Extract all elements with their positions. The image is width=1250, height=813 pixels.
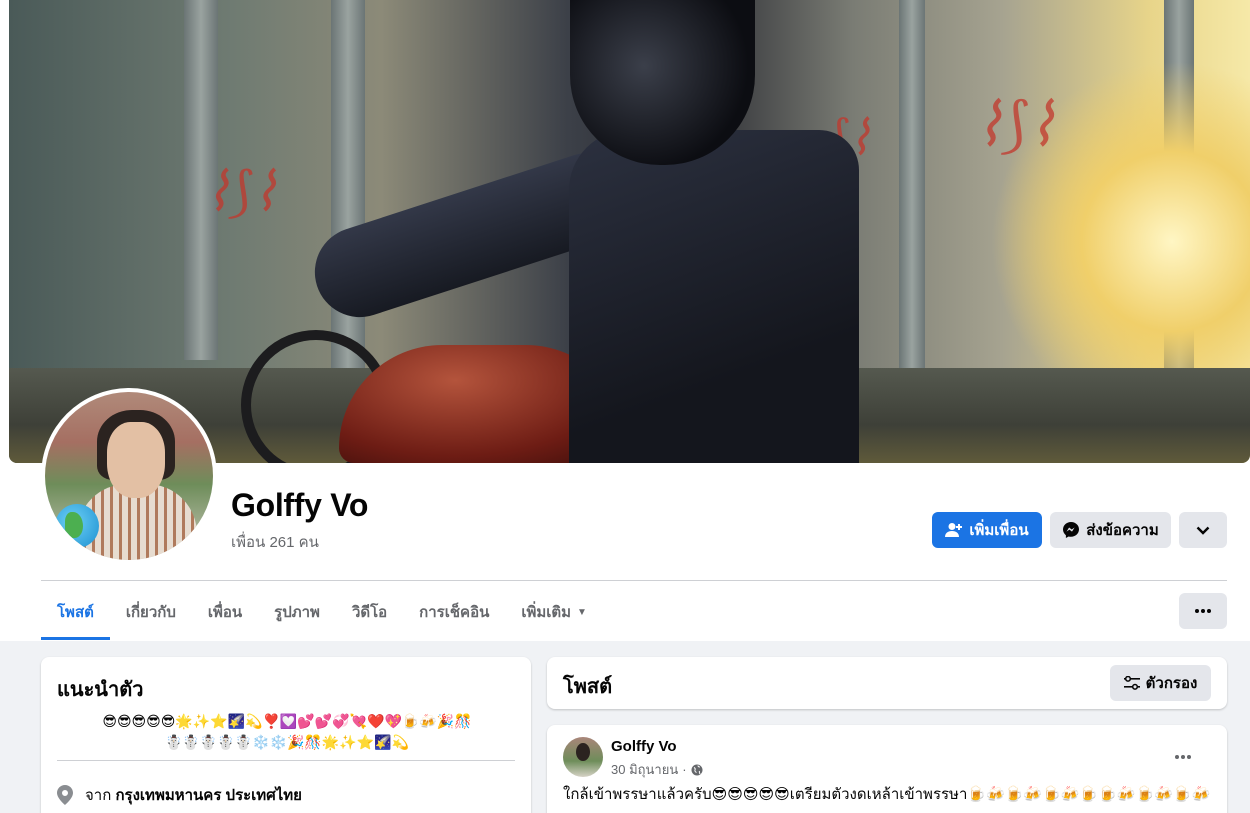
tab-photos[interactable]: รูปภาพ [258,584,336,640]
cover-graffiti: ⌇⟆⌇ [204,160,278,223]
message-label: ส่งข้อความ [1086,522,1159,539]
post-text: ใกล้เข้าพรรษาแล้วครับ😎😎😎😎😎เตรียมตัวงดเหล… [563,786,1213,803]
intro-bio: 😎😎😎😎😎🌟✨⭐🌠💫❣️💟💕💕💞💘❤️💖🍺🍻🎉🎊 ☃️☃️☃️☃️☃️❄️❄️🎉… [57,711,517,753]
intro-title: แนะนำตัว [57,679,144,701]
cover-pillar [899,0,925,400]
cover-graffiti: ⌇⟆⌇ [974,90,1057,160]
intro-location: จาก กรุงเทพมหานคร ประเทศไทย [57,783,302,807]
tab-checkins[interactable]: การเช็คอิน [403,584,505,640]
cover-photo[interactable]: ⌇⟆⌇ ⟆⌇ ⌇⟆⌇ [9,0,1250,463]
ellipsis-icon [1195,609,1211,613]
tab-about[interactable]: เกี่ยวกับ [110,584,192,640]
add-friend-label: เพิ่มเพื่อน [969,522,1029,539]
avatar-face [107,422,165,498]
posts-title: โพสต์ [563,676,613,698]
tab-more[interactable]: เพิ่มเติม ▼ [505,584,603,640]
intro-divider [57,760,515,761]
profile-tabs: โพสต์ เกี่ยวกับ เพื่อน รูปภาพ วิดีโอ การ… [41,584,603,640]
post-options-button[interactable] [1165,739,1201,775]
filter-label: ตัวกรอง [1145,675,1198,692]
sliders-icon [1123,676,1140,690]
tab-posts[interactable]: โพสต์ [41,584,110,640]
header-divider [41,580,1227,581]
post-card: Golffy Vo 30 มิถุนายน · ใกล้เข้าพรรษาแล้… [547,725,1227,813]
post-date[interactable]: 30 มิถุนายน [611,759,678,780]
map-pin-icon [57,785,73,805]
post-meta: 30 มิถุนายน · [611,759,703,780]
message-button[interactable]: ส่งข้อความ [1050,512,1171,548]
avatar-photo [45,392,213,560]
intro-bio-line: ☃️☃️☃️☃️☃️❄️❄️🎉🎊🌟✨⭐🌠💫 [164,734,410,750]
caret-down-icon: ▼ [577,606,587,618]
post-author-name[interactable]: Golffy Vo [611,738,677,755]
intro-card: แนะนำตัว 😎😎😎😎😎🌟✨⭐🌠💫❣️💟💕💕💞💘❤️💖🍺🍻🎉🎊 ☃️☃️☃️… [41,657,531,813]
post-meta-separator: · [682,762,687,777]
tabs-more-options-button[interactable] [1179,593,1227,629]
profile-avatar[interactable] [41,388,217,564]
intro-bio-line: 😎😎😎😎😎🌟✨⭐🌠💫❣️💟💕💕💞💘❤️💖🍺🍻🎉🎊 [102,713,472,729]
cover-rider [569,130,859,463]
friends-count[interactable]: เพื่อน 261 คน [231,530,319,554]
ellipsis-icon [1175,755,1191,759]
location-link[interactable]: กรุงเทพมหานคร ประเทศไทย [115,787,301,804]
tab-friends[interactable]: เพื่อน [192,584,258,640]
filter-button[interactable]: ตัวกรอง [1110,665,1211,701]
chevron-down-icon [1196,526,1210,535]
add-friend-button[interactable]: เพิ่มเพื่อน [932,512,1042,548]
globe-icon [691,764,703,775]
messenger-icon [1063,522,1080,538]
profile-name: Golffy Vo [231,487,369,523]
location-prefix: จาก [85,787,112,804]
globe-icon [55,504,99,548]
person-plus-icon [945,523,963,537]
post-author-avatar[interactable] [563,737,603,777]
profile-more-button[interactable] [1179,512,1227,548]
tab-more-label: เพิ่มเติม [521,604,572,621]
posts-header-card: โพสต์ ตัวกรอง [547,657,1227,709]
tab-videos[interactable]: วิดีโอ [336,584,403,640]
